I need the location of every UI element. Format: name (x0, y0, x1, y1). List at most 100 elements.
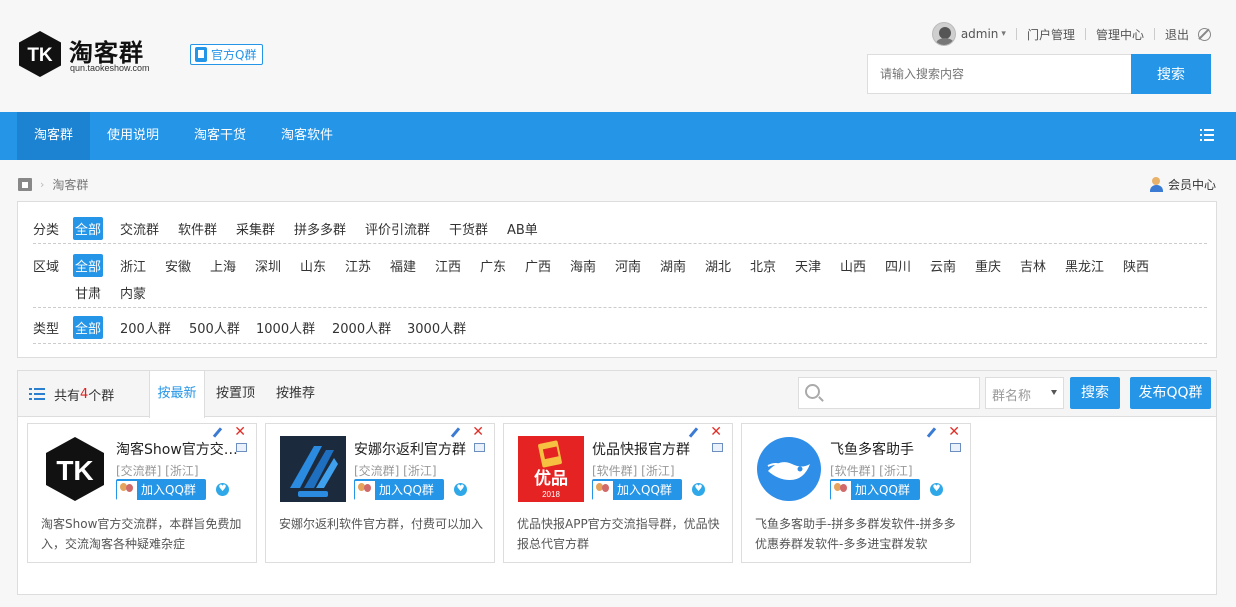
filter-item[interactable]: 天津 (795, 256, 821, 275)
filter-item[interactable]: 山东 (300, 256, 326, 275)
edit-icon[interactable] (926, 427, 937, 438)
filter-item[interactable]: 干货群 (449, 219, 488, 238)
nav-item-usage[interactable]: 使用说明 (96, 112, 170, 160)
filter-item[interactable]: 广东 (480, 256, 506, 275)
join-qq-group-button[interactable]: 加入QQ群 (116, 479, 206, 500)
join-qq-group-button[interactable]: 加入QQ群 (830, 479, 920, 500)
group-count: 共有 4 个群 (29, 385, 114, 404)
filter-item[interactable]: 湖南 (660, 256, 686, 275)
filter-item[interactable]: 江西 (435, 256, 461, 275)
filter-item[interactable]: 黑龙江 (1065, 256, 1104, 275)
filter-item[interactable]: 深圳 (255, 256, 281, 275)
filter-item[interactable]: 云南 (930, 256, 956, 275)
menu-icon[interactable] (1200, 129, 1214, 143)
username[interactable]: admin (961, 27, 999, 41)
filter-item[interactable]: 浙江 (120, 256, 146, 275)
filter-item[interactable]: 海南 (570, 256, 596, 275)
filter-item[interactable]: AB单 (507, 219, 538, 238)
filter-item[interactable]: 评价引流群 (365, 219, 430, 238)
search-input[interactable] (867, 54, 1131, 94)
group-tags: [软件群] [浙江] (830, 464, 913, 478)
home-icon[interactable] (18, 178, 32, 191)
favorite-icon[interactable]: ♥ (930, 483, 943, 496)
filter-item[interactable]: 四川 (885, 256, 911, 275)
tk-logo-icon[interactable]: TK (42, 436, 108, 502)
admin-center-link[interactable]: 管理中心 (1096, 26, 1144, 43)
youpin-logo-icon[interactable]: 优品 2018 (518, 436, 584, 502)
filter-item[interactable]: 河南 (615, 256, 641, 275)
join-qq-group-button[interactable]: 加入QQ群 (354, 479, 444, 500)
filter-label: 区域 (33, 260, 60, 275)
breadcrumb: › 淘客群 (18, 176, 88, 193)
filter-label: 分类 (33, 223, 60, 238)
tab-top[interactable]: 按置顶 (216, 371, 255, 417)
site-search: 搜索 (867, 54, 1211, 94)
delete-icon[interactable]: ✕ (234, 425, 246, 439)
group-card: ✕ 飞鱼多客助手 [软件群] [浙江] 加入QQ群 ♥ 飞鱼多客助手-拼多多群发… (741, 423, 971, 563)
filter-item[interactable]: 全部 (73, 316, 104, 339)
tab-recommended[interactable]: 按推荐 (276, 371, 315, 417)
delete-icon[interactable]: ✕ (710, 425, 722, 439)
dropdown-arrow-icon (1051, 390, 1057, 395)
filter-item[interactable]: 广西 (525, 256, 551, 275)
nav-item-tips[interactable]: 淘客干货 (183, 112, 257, 160)
filter-item[interactable]: 200人群 (120, 318, 171, 337)
edit-icon[interactable] (212, 427, 223, 438)
publish-qq-group-button[interactable]: 发布QQ群 (1130, 377, 1211, 409)
filter-item[interactable]: 2000人群 (332, 318, 391, 337)
edit-icon[interactable] (450, 427, 461, 438)
favorite-icon[interactable]: ♥ (692, 483, 705, 496)
feiyu-fish-logo-icon[interactable] (756, 436, 822, 502)
search-button[interactable]: 搜索 (1131, 54, 1211, 94)
join-label: 加入QQ群 (379, 483, 434, 497)
filter-item[interactable]: 山西 (840, 256, 866, 275)
avatar[interactable] (931, 22, 956, 46)
site-logo[interactable]: TK 淘客群 qun.taokeshow.com (17, 30, 167, 78)
filter-item[interactable]: 3000人群 (407, 318, 466, 337)
group-name[interactable]: 安娜尔返利官方群 (354, 439, 479, 459)
edit-icon[interactable] (688, 427, 699, 438)
member-center-link[interactable]: 会员中心 (1149, 176, 1216, 193)
filter-item[interactable]: 福建 (390, 256, 416, 275)
filter-item[interactable]: 拼多多群 (294, 219, 346, 238)
filter-item[interactable]: 全部 (73, 254, 104, 277)
filter-item[interactable]: 交流群 (120, 219, 159, 238)
filter-item[interactable]: 江苏 (345, 256, 371, 275)
favorite-icon[interactable]: ♥ (454, 483, 467, 496)
nav-item-software[interactable]: 淘客软件 (270, 112, 344, 160)
anna-logo-icon[interactable] (280, 436, 346, 502)
list-search-button[interactable]: 搜索 (1070, 377, 1120, 409)
qq-users-icon (831, 480, 851, 500)
filter-item[interactable]: 内蒙 (120, 283, 146, 302)
join-qq-group-button[interactable]: 加入QQ群 (592, 479, 682, 500)
group-name[interactable]: 淘客Show官方交流群 (116, 439, 241, 459)
filter-item[interactable]: 500人群 (189, 318, 240, 337)
search-field-select[interactable]: 群名称 (985, 377, 1064, 409)
skin-toggle-icon[interactable] (1198, 27, 1211, 41)
list-search-input[interactable] (798, 377, 980, 409)
filter-item[interactable]: 湖北 (705, 256, 731, 275)
breadcrumb-current[interactable]: 淘客群 (52, 176, 88, 193)
filter-item[interactable]: 采集群 (236, 219, 275, 238)
filter-item[interactable]: 甘肃 (75, 283, 101, 302)
filter-item[interactable]: 全部 (73, 217, 104, 240)
filter-item[interactable]: 安徽 (165, 256, 191, 275)
portal-admin-link[interactable]: 门户管理 (1027, 26, 1075, 43)
official-qq-badge[interactable]: 官方Q群 (190, 44, 264, 65)
delete-icon[interactable]: ✕ (948, 425, 960, 439)
filter-item[interactable]: 北京 (750, 256, 776, 275)
nav-item-taokequn[interactable]: 淘客群 (17, 112, 90, 160)
filter-item[interactable]: 软件群 (178, 219, 217, 238)
favorite-icon[interactable]: ♥ (216, 483, 229, 496)
filter-item[interactable]: 上海 (210, 256, 236, 275)
filter-item[interactable]: 陕西 (1123, 256, 1149, 275)
filter-item[interactable]: 重庆 (975, 256, 1001, 275)
filter-item[interactable]: 吉林 (1020, 256, 1046, 275)
logout-link[interactable]: 退出 (1165, 26, 1189, 43)
chevron-down-icon[interactable]: ▾ (1001, 29, 1006, 39)
group-name[interactable]: 优品快报官方群 (592, 439, 717, 459)
tab-latest[interactable]: 按最新 (149, 371, 205, 418)
delete-icon[interactable]: ✕ (472, 425, 484, 439)
filter-item[interactable]: 1000人群 (256, 318, 315, 337)
group-name[interactable]: 飞鱼多客助手 (830, 439, 955, 459)
